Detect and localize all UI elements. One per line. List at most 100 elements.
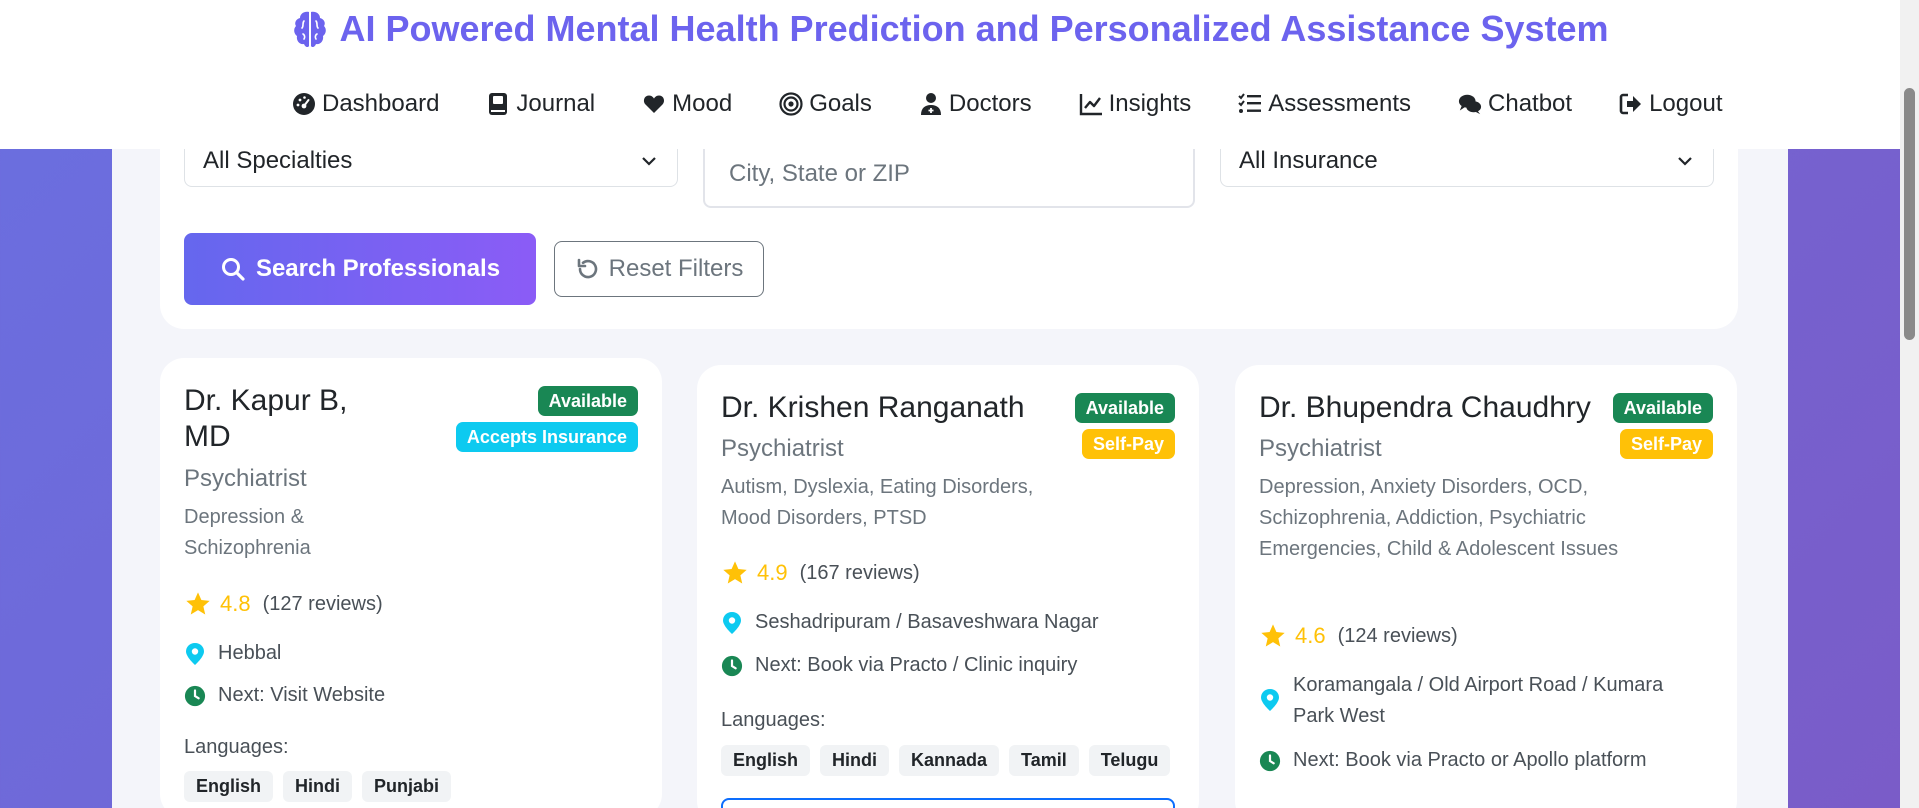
- nav-label: Journal: [516, 90, 596, 117]
- nav-item-doctors[interactable]: Doctors: [919, 90, 1032, 118]
- doctor-name-line: Dr. Kapur B,: [184, 384, 348, 417]
- rating-score: 4.8: [220, 591, 251, 616]
- language-list: English Hindi Punjabi: [184, 771, 452, 802]
- doctor-location: Hebbal: [184, 638, 614, 669]
- language-chip: Punjabi: [362, 771, 452, 802]
- next-availability-text: Next: Visit Website: [218, 684, 386, 706]
- next-availability-text: Next: Book via Practo or Apollo platform: [1293, 749, 1647, 771]
- top-header: AI Powered Mental Health Prediction and …: [0, 0, 1900, 149]
- chevron-down-icon: [1678, 156, 1692, 166]
- nav-label: Insights: [1108, 90, 1192, 117]
- doctor-icon: [920, 93, 941, 115]
- app-title-text: AI Powered Mental Health Prediction and …: [339, 8, 1609, 49]
- logout-icon: [1619, 93, 1642, 115]
- review-count: (127 reviews): [262, 592, 383, 615]
- star-icon: [723, 561, 747, 584]
- doctor-specialties: Depression & Schizophrenia: [184, 506, 311, 559]
- location-pin-icon: [1261, 689, 1279, 711]
- doctor-location: Koramangala / Old Airport Road / Kumara …: [1259, 670, 1689, 732]
- dashboard-icon: [293, 93, 315, 115]
- nav-item-insights[interactable]: Insights: [1079, 90, 1192, 118]
- location-input[interactable]: [703, 140, 1195, 208]
- availability-badge: Available: [1074, 393, 1175, 423]
- target-icon: [779, 92, 803, 116]
- nav-label: Logout: [1649, 90, 1723, 117]
- search-professionals-label: Search Professionals: [255, 255, 501, 282]
- header-inner: AI Powered Mental Health Prediction and …: [112, 0, 1788, 149]
- nav-label: Mood: [672, 90, 733, 117]
- review-count: (167 reviews): [799, 561, 920, 584]
- page-scrollbar[interactable]: [1900, 0, 1919, 808]
- nav-label: Dashboard: [322, 90, 440, 117]
- doctor-name: Dr. Krishen Ranganath: [721, 391, 1025, 424]
- rating-score: 4.6: [1295, 623, 1326, 648]
- doctor-name-line: MD: [184, 420, 231, 453]
- scrollbar-thumb[interactable]: [1904, 88, 1915, 340]
- doctor-specialties: Autism, Dyslexia, Eating Disorders, Mood…: [721, 476, 1034, 529]
- location-text: Seshadripuram / Basaveshwara Nagar: [755, 611, 1099, 633]
- language-chip: Kannada: [899, 745, 1000, 776]
- specialty-select-value: All Specialties: [203, 146, 353, 174]
- nav-item-goals[interactable]: Goals: [779, 90, 872, 118]
- search-icon: [221, 258, 245, 281]
- reset-filters-button[interactable]: Reset Filters: [554, 241, 764, 297]
- payment-badge: Accepts Insurance: [455, 422, 638, 452]
- search-professionals-button[interactable]: Search Professionals: [184, 233, 536, 305]
- language-chip: Hindi: [820, 745, 890, 776]
- doctor-next-availability: Next: Visit Website: [184, 680, 614, 711]
- doctor-rating: 4.9 (167 reviews): [721, 559, 920, 587]
- doctor-next-availability: Next: Book via Practo or Apollo platform: [1259, 745, 1689, 776]
- nav-item-journal[interactable]: Journal: [486, 90, 595, 118]
- nav-item-assessments[interactable]: Assessments: [1238, 90, 1411, 118]
- nav-item-mood[interactable]: Mood: [642, 90, 732, 118]
- location-text: Koramangala / Old Airport Road / Kumara …: [1293, 674, 1664, 727]
- main-nav: Dashboard Journal Mood Goals Doctors Ins…: [292, 90, 1769, 118]
- next-availability-text: Next: Book via Practo / Clinic inquiry: [755, 654, 1078, 676]
- book-appointment-button[interactable]: [721, 798, 1175, 808]
- doctor-name: Dr. Kapur B, MD: [184, 383, 347, 455]
- availability-badge: Available: [1612, 393, 1713, 423]
- doctor-card: Dr. Kapur B, MD Available Accepts Insura…: [160, 358, 662, 808]
- language-chip: Telugu: [1088, 745, 1171, 776]
- chat-icon: [1458, 94, 1482, 115]
- reset-filters-label: Reset Filters: [608, 255, 744, 282]
- chart-line-icon: [1079, 94, 1102, 116]
- clock-icon: [184, 685, 206, 707]
- payment-badge: Self-Pay: [1081, 429, 1175, 459]
- languages-label: Languages:: [721, 709, 826, 731]
- doctor-name: Dr. Bhupendra Chaudhry: [1259, 391, 1591, 424]
- rating-score: 4.9: [757, 560, 788, 585]
- journal-icon: [489, 93, 508, 115]
- nav-item-logout[interactable]: Logout: [1619, 90, 1722, 118]
- doctor-location: Seshadripuram / Basaveshwara Nagar: [721, 607, 1151, 638]
- review-count: (124 reviews): [1337, 624, 1458, 647]
- brain-icon: [294, 11, 327, 48]
- doctor-title: Psychiatrist: [721, 435, 844, 462]
- doctor-title: Psychiatrist: [1259, 435, 1382, 462]
- location-pin-icon: [186, 643, 204, 665]
- checklist-icon: [1238, 93, 1262, 113]
- nav-label: Assessments: [1268, 90, 1412, 117]
- doctor-card: Dr. Krishen Ranganath Available Self-Pay…: [697, 365, 1199, 808]
- availability-badge: Available: [537, 386, 638, 416]
- doctor-title: Psychiatrist: [184, 465, 307, 492]
- language-chip: English: [184, 771, 274, 802]
- chevron-down-icon: [642, 156, 656, 166]
- language-chip: Tamil: [1009, 745, 1079, 776]
- insurance-select-value: All Insurance: [1239, 146, 1378, 174]
- doctor-rating: 4.8 (127 reviews): [184, 590, 383, 618]
- doctor-rating: 4.6 (124 reviews): [1259, 622, 1458, 650]
- language-list: English Hindi Kannada Tamil Telugu: [721, 745, 1171, 776]
- nav-label: Chatbot: [1488, 90, 1573, 117]
- payment-badge: Self-Pay: [1619, 429, 1713, 459]
- clock-icon: [721, 655, 743, 677]
- nav-item-chatbot[interactable]: Chatbot: [1458, 90, 1572, 118]
- undo-icon: [577, 258, 597, 279]
- nav-label: Goals: [809, 90, 872, 117]
- nav-label: Doctors: [948, 90, 1032, 117]
- nav-item-dashboard[interactable]: Dashboard: [292, 90, 439, 118]
- location-text: Hebbal: [218, 642, 282, 664]
- language-chip: Hindi: [283, 771, 353, 802]
- doctor-next-availability: Next: Book via Practo / Clinic inquiry: [721, 650, 1151, 681]
- star-icon: [1261, 624, 1285, 647]
